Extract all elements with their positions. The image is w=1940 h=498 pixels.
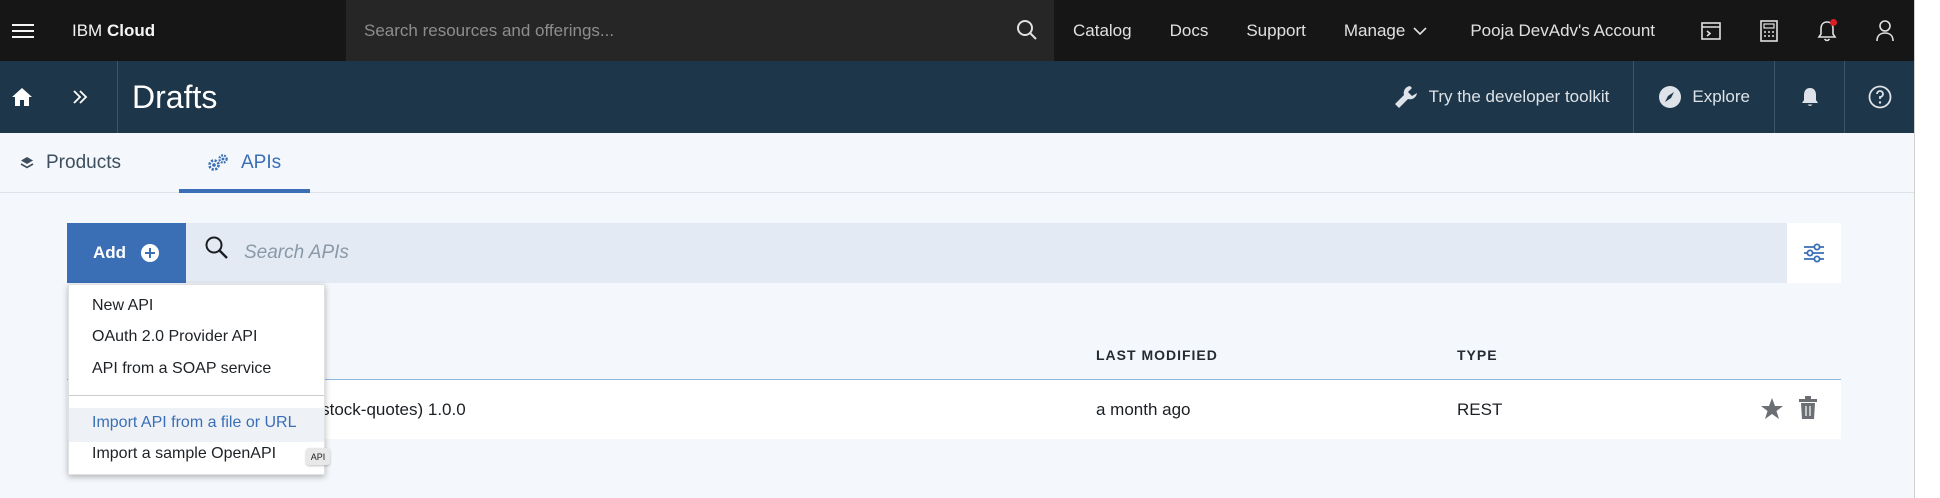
page-title: Drafts: [132, 78, 218, 115]
star-icon[interactable]: [1760, 397, 1784, 426]
topbar-icons: [1682, 0, 1914, 61]
search-icon[interactable]: [1016, 19, 1038, 46]
api-name[interactable]: e-stock-quotes) 1.0.0: [306, 400, 466, 420]
menu-item-oauth-provider[interactable]: OAuth 2.0 Provider API: [92, 328, 257, 346]
top-nav: Catalog Docs Support Manage Pooja DevAdv…: [1054, 0, 1674, 61]
api-search-input[interactable]: Search APIs: [186, 223, 1787, 283]
column-last-modified[interactable]: LAST MODIFIED: [1096, 347, 1218, 363]
cost-estimator-icon[interactable]: [1740, 0, 1798, 61]
window-edge: [1914, 0, 1940, 498]
page-header: Drafts Try the developer toolkit Explore: [0, 61, 1914, 133]
menu-divider: [69, 395, 324, 396]
api-last-modified: a month ago: [1096, 400, 1191, 419]
developer-toolkit-link[interactable]: Try the developer toolkit: [1369, 61, 1634, 133]
table-header: LAST MODIFIED TYPE: [67, 338, 1841, 380]
filter-settings-icon[interactable]: [1787, 223, 1841, 283]
column-type[interactable]: TYPE: [1457, 347, 1498, 363]
add-button-label: Add: [92, 243, 127, 262]
tab-apis-label: APIs: [240, 152, 282, 173]
layers-icon: [20, 157, 34, 169]
api-search-placeholder: Search APIs: [244, 242, 349, 263]
add-button[interactable]: Add: [67, 223, 186, 283]
table-row[interactable]: e-stock-quotes) 1.0.0 a month ago REST: [67, 380, 1841, 439]
nav-manage-label: Manage: [1343, 20, 1406, 40]
api-type: REST: [1457, 400, 1503, 419]
tab-apis[interactable]: APIs: [178, 133, 311, 193]
api-toolbar: Add Search APIs: [67, 223, 1841, 283]
menu-item-import-file-url[interactable]: Import API from a file or URL: [92, 414, 297, 432]
nav-manage[interactable]: Manage: [1325, 0, 1446, 61]
cloud-shell-icon[interactable]: [1682, 0, 1740, 61]
notifications-icon[interactable]: [1798, 0, 1856, 61]
explore-label: Explore: [1692, 87, 1750, 106]
help-icon[interactable]: [1844, 61, 1914, 133]
compass-icon: [1659, 86, 1682, 108]
home-icon[interactable]: [0, 61, 43, 133]
chevron-down-icon: [1413, 26, 1427, 35]
header-actions: Try the developer toolkit Explore: [1369, 61, 1914, 133]
wrench-icon: [1394, 86, 1417, 108]
menu-item-import-sample[interactable]: Import a sample OpenAPI: [92, 445, 276, 463]
nav-support[interactable]: Support: [1227, 0, 1325, 61]
nav-catalog[interactable]: Catalog: [1054, 0, 1151, 61]
search-icon: [205, 236, 228, 259]
add-dropdown-menu: New API OAuth 2.0 Provider API API from …: [68, 284, 325, 475]
gears-icon: [208, 154, 228, 171]
user-avatar-icon[interactable]: [1856, 0, 1914, 61]
menu-item-soap-service[interactable]: API from a SOAP service: [92, 360, 271, 378]
ibm-cloud-topbar: IBM Cloud Search resources and offerings…: [0, 0, 1914, 61]
nav-docs[interactable]: Docs: [1151, 0, 1228, 61]
menu-item-new-api[interactable]: New API: [92, 297, 153, 315]
account-switcher[interactable]: Pooja DevAdv's Account: [1446, 0, 1674, 61]
header-bell-icon[interactable]: [1774, 61, 1844, 133]
global-search-input[interactable]: Search resources and offerings...: [346, 0, 1054, 61]
api-tooltip-badge: API: [306, 448, 330, 465]
plus-circle-icon: [141, 244, 160, 262]
developer-toolkit-label: Try the developer toolkit: [1428, 87, 1610, 106]
brand-logo[interactable]: IBM Cloud: [46, 21, 346, 41]
tab-products-label: Products: [46, 152, 121, 173]
tab-bar: Products APIs: [0, 133, 1914, 193]
hamburger-menu-icon[interactable]: [0, 0, 46, 61]
notification-dot: [1830, 19, 1837, 26]
expand-nav-icon[interactable]: [43, 61, 118, 133]
delete-icon[interactable]: [1798, 396, 1818, 425]
explore-link[interactable]: Explore: [1633, 61, 1774, 133]
tab-products[interactable]: Products: [0, 133, 151, 193]
